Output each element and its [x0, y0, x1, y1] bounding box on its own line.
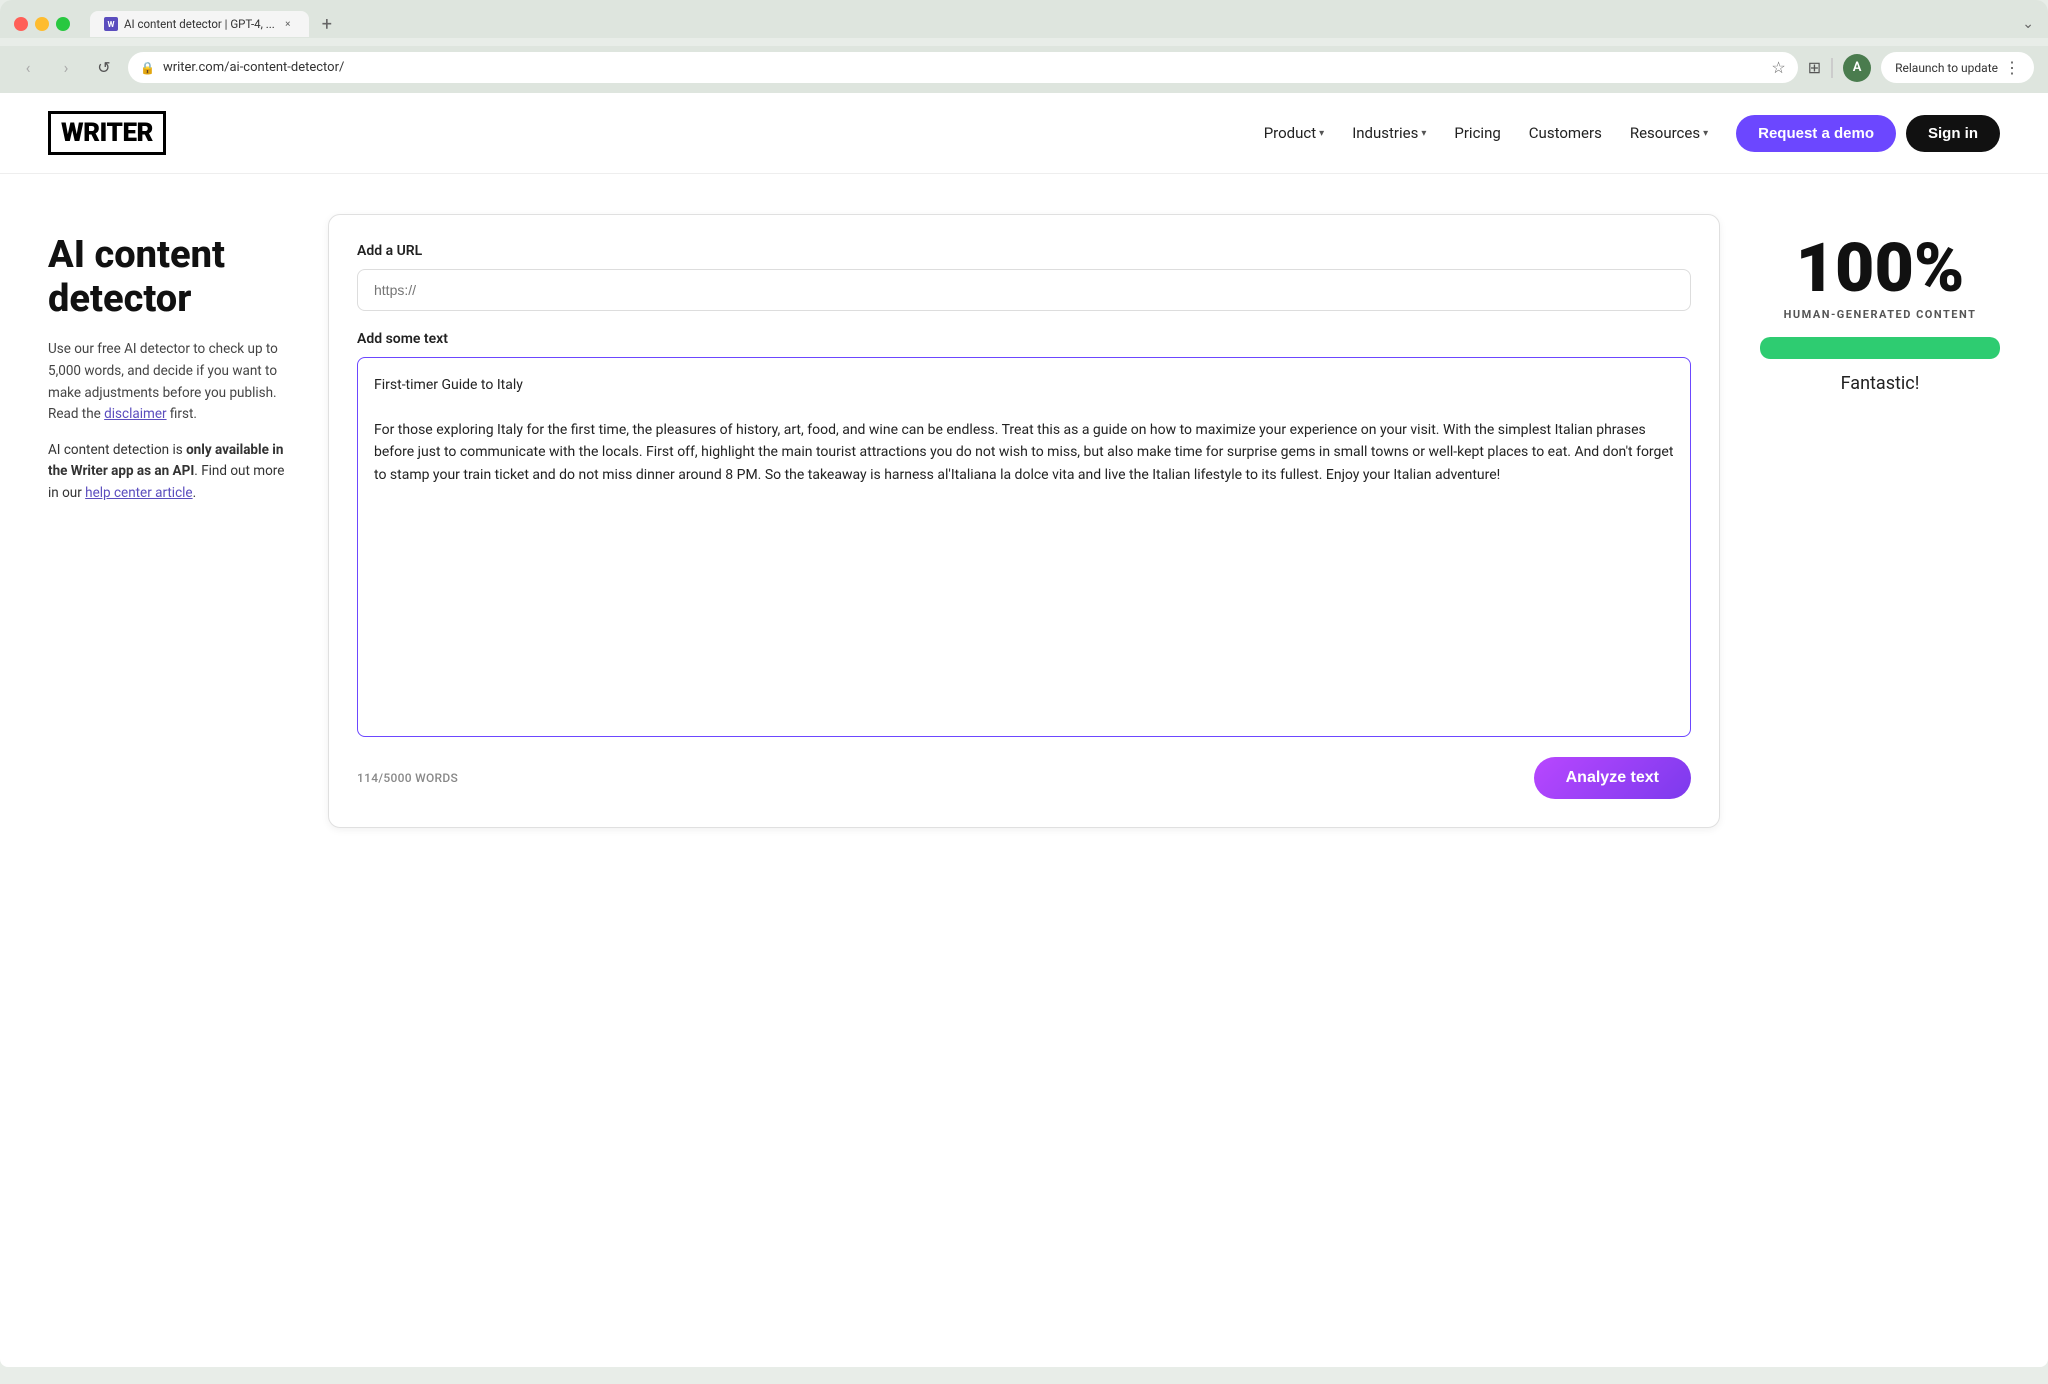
traffic-lights	[14, 17, 70, 31]
more-options-icon[interactable]: ⋮	[2004, 58, 2020, 77]
address-text: writer.com/ai-content-detector/	[163, 60, 1763, 75]
description-text: Use our free AI detector to check up to …	[48, 339, 288, 425]
result-type-label: HUMAN-GENERATED CONTENT	[1760, 308, 2000, 321]
disclaimer-link[interactable]: disclaimer	[104, 406, 166, 422]
tab-close-icon[interactable]: ×	[281, 17, 295, 31]
nav-pricing[interactable]: Pricing	[1454, 124, 1500, 142]
minimize-button[interactable]	[35, 17, 49, 31]
result-verdict: Fantastic!	[1760, 373, 2000, 394]
bottom-row: 114/5000 WORDS Analyze text	[357, 757, 1691, 799]
word-count: 114/5000 WORDS	[357, 771, 458, 785]
secure-icon: 🔒	[140, 61, 155, 75]
tab-favicon: W	[104, 17, 118, 31]
main-nav: WRITER Product ▾ Industries ▾ Pricing Cu…	[0, 93, 2048, 174]
url-input[interactable]	[357, 269, 1691, 311]
help-center-link[interactable]: help center article	[85, 485, 192, 501]
back-button[interactable]: ‹	[14, 54, 42, 82]
fullscreen-button[interactable]	[56, 17, 70, 31]
active-tab[interactable]: W AI content detector | GPT-4, ... ×	[90, 11, 309, 37]
result-panel: 100% HUMAN-GENERATED CONTENT Fantastic!	[1760, 214, 2000, 394]
nav-industries[interactable]: Industries ▾	[1352, 124, 1426, 142]
tab-title: AI content detector | GPT-4, ...	[124, 17, 275, 31]
page-title: AI content detector	[48, 234, 288, 321]
text-input[interactable]: First-timer Guide to Italy For those exp…	[357, 357, 1691, 737]
progress-bar-fill	[1760, 337, 2000, 359]
left-sidebar: AI content detector Use our free AI dete…	[48, 214, 288, 511]
industries-caret-icon: ▾	[1421, 128, 1426, 139]
address-bar[interactable]: 🔒 writer.com/ai-content-detector/ ☆	[128, 52, 1798, 83]
profile-avatar[interactable]: A	[1843, 54, 1871, 82]
tab-dropdown-icon[interactable]: ⌄	[2022, 16, 2034, 32]
progress-bar-container	[1760, 337, 2000, 359]
extensions-icon[interactable]: ⊞	[1808, 58, 1821, 77]
close-button[interactable]	[14, 17, 28, 31]
relaunch-label: Relaunch to update	[1895, 61, 1998, 75]
analyze-button[interactable]: Analyze text	[1534, 757, 1691, 799]
result-percentage: 100%	[1760, 234, 2000, 302]
request-demo-button[interactable]: Request a demo	[1736, 115, 1896, 152]
nav-product[interactable]: Product ▾	[1264, 124, 1324, 142]
api-description: AI content detection is only available i…	[48, 440, 288, 505]
product-caret-icon: ▾	[1319, 128, 1324, 139]
sign-in-button[interactable]: Sign in	[1906, 115, 2000, 152]
forward-button[interactable]: ›	[52, 54, 80, 82]
url-label: Add a URL	[357, 243, 1691, 259]
tab-bar: W AI content detector | GPT-4, ... × +	[90, 10, 341, 38]
refresh-button[interactable]: ↺	[90, 54, 118, 82]
nav-links: Product ▾ Industries ▾ Pricing Customers…	[1264, 124, 1708, 142]
bookmark-icon[interactable]: ☆	[1771, 58, 1785, 77]
site-logo[interactable]: WRITER	[48, 111, 166, 155]
relaunch-button[interactable]: Relaunch to update ⋮	[1881, 52, 2034, 83]
nav-resources[interactable]: Resources ▾	[1630, 124, 1708, 142]
text-label: Add some text	[357, 331, 1691, 347]
resources-caret-icon: ▾	[1703, 128, 1708, 139]
divider	[1831, 58, 1833, 78]
new-tab-button[interactable]: +	[313, 10, 341, 38]
detector-card: Add a URL Add some text First-timer Guid…	[328, 214, 1720, 828]
nav-customers[interactable]: Customers	[1529, 124, 1602, 142]
